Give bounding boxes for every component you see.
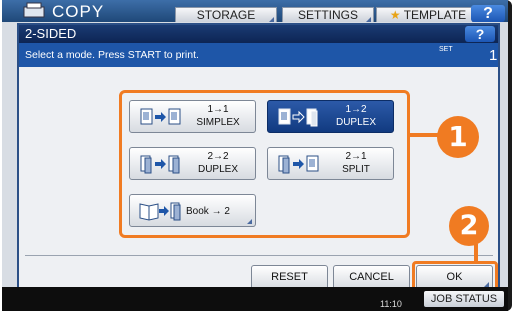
mode-simplex-button[interactable]: 1→1 SIMPLEX (129, 100, 256, 133)
mode-simplex-line2: SIMPLEX (196, 117, 240, 128)
app-title: COPY (52, 2, 105, 21)
callout-2-connector (474, 244, 478, 264)
mode-1to2-line2: DUPLEX (335, 117, 376, 128)
mode-1to2-label: 1→2 DUPLEX (322, 103, 390, 129)
duplex-1to2-icon (278, 108, 318, 127)
star-icon: ★ (389, 8, 401, 22)
clock: 11:10 (380, 299, 402, 309)
duplex-2to2-icon (140, 155, 180, 174)
tab-storage[interactable]: STORAGE (175, 7, 277, 23)
mode-book-label: Book → 2 (186, 206, 230, 217)
set-label: SET (439, 46, 453, 53)
mode-2to2-line2: DUPLEX (197, 164, 238, 175)
chevron-icon (247, 219, 252, 224)
info-bar: Select a mode. Press START to print. SET… (19, 43, 498, 67)
instruction-text: Select a mode. Press START to print. (25, 49, 199, 61)
two-sided-dialog: 2-SIDED ? Select a mode. Press START to … (17, 23, 500, 294)
mode-1to2-duplex-button[interactable]: 1→2 DUPLEX (267, 100, 394, 133)
mode-2to2-line1: 2→2 (207, 151, 229, 162)
tab-template[interactable]: ★ TEMPLATE (376, 7, 480, 23)
tab-storage-label: STORAGE (196, 8, 256, 22)
callout-1-connector (408, 133, 438, 137)
mode-2to2-label: 2→2 DUPLEX (184, 150, 252, 176)
mode-simplex-line1: 1→1 (207, 104, 229, 115)
dialog-title-bar: 2-SIDED ? (19, 25, 498, 43)
mode-split-label: 2→1 SPLIT (322, 150, 390, 176)
copy-icon (23, 2, 45, 18)
callout-1: 1 (437, 116, 479, 158)
book-icon (139, 202, 181, 221)
simplex-icon (140, 108, 181, 125)
mode-split-line2: SPLIT (342, 164, 370, 175)
split-icon (278, 155, 319, 174)
mode-split-line1: 2→1 (345, 151, 367, 162)
job-status-button[interactable]: JOB STATUS (424, 291, 504, 307)
mode-book-button[interactable]: Book → 2 (129, 194, 256, 227)
set-count: 1 (489, 47, 498, 64)
mode-simplex-label: 1→1 SIMPLEX (184, 103, 252, 129)
tab-settings-label: SETTINGS (297, 8, 358, 22)
divider (25, 255, 493, 256)
help-button-top[interactable]: ? (471, 5, 505, 22)
reset-label: RESET (271, 271, 308, 283)
tab-settings[interactable]: SETTINGS (282, 7, 374, 23)
cancel-label: CANCEL (349, 271, 394, 283)
callout-2: 2 (449, 206, 489, 246)
dialog-title: 2-SIDED (25, 26, 77, 41)
mode-1to2-line1: 1→2 (345, 104, 367, 115)
mode-split-button[interactable]: 2→1 SPLIT (267, 147, 394, 180)
tab-template-label: TEMPLATE (403, 8, 467, 22)
mode-2to2-duplex-button[interactable]: 2→2 DUPLEX (129, 147, 256, 180)
dialog-help-button[interactable]: ? (465, 26, 495, 42)
